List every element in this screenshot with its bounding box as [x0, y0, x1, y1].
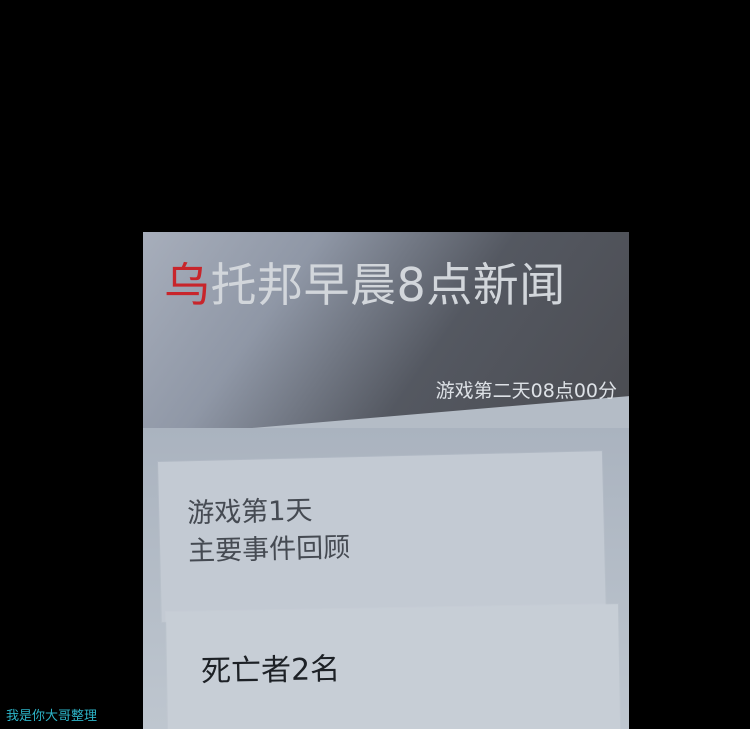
news-timestamp: 游戏第二天08点00分 [435, 380, 617, 402]
news-screen: 乌托邦早晨8点新闻 游戏第二天08点00分 游戏第1天 主要事件回顾 死亡者2名 [143, 232, 629, 729]
news-title-rest: 托邦早晨8点新闻 [210, 258, 566, 312]
watermark-text: 我是你大哥整理 [6, 709, 98, 724]
summary-day-label: 游戏第1天 [186, 495, 313, 530]
summary-heading: 主要事件回顾 [187, 532, 351, 568]
summary-card: 游戏第1天 主要事件回顾 [158, 451, 606, 622]
deaths-card: 死亡者2名 [166, 604, 621, 729]
deaths-count: 死亡者2名 [200, 651, 341, 690]
news-title-highlight: 乌 [164, 258, 211, 312]
news-title: 乌托邦早晨8点新闻 [164, 249, 566, 321]
comic-panel-stage: 乌托邦早晨8点新闻 游戏第二天08点00分 游戏第1天 主要事件回顾 死亡者2名… [0, 0, 750, 729]
